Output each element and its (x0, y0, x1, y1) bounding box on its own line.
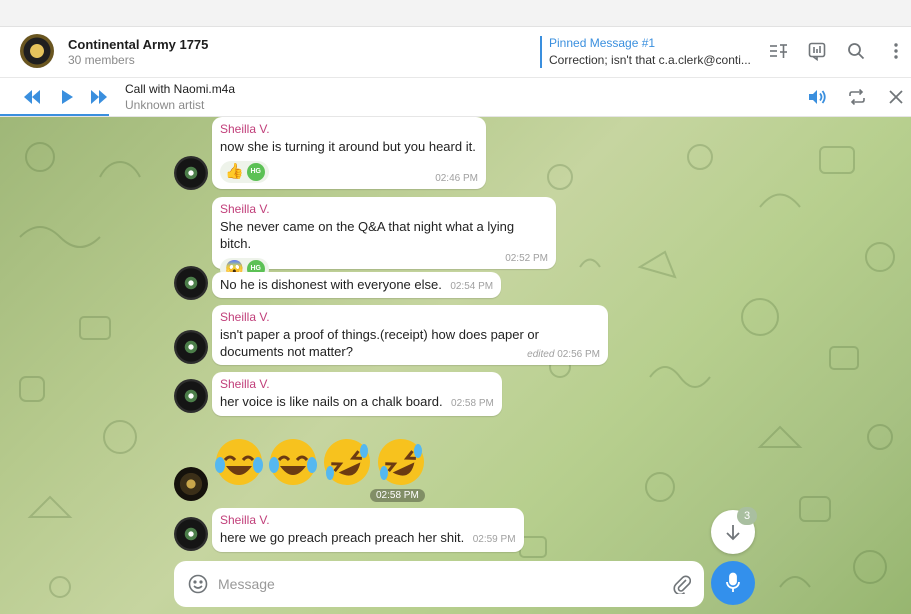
message-time: 02:56 PM (557, 349, 600, 360)
message-input[interactable] (218, 561, 658, 607)
play-next-icon[interactable] (88, 86, 110, 108)
message-text: No he is dishonest with everyone else. (220, 277, 442, 292)
message-bubble[interactable]: Sheilla V. here we go preach preach prea… (212, 508, 524, 552)
message-time: 02:58 PM (451, 398, 494, 409)
message-text: She never came on the Q&A that night wha… (220, 219, 515, 251)
volume-icon[interactable] (806, 86, 828, 108)
message-time-group: edited 02:56 PM (527, 349, 600, 360)
sender-avatar[interactable] (174, 379, 208, 413)
message-bubble[interactable]: Sheilla V. now she is turning it around … (212, 117, 486, 189)
chat-header: Continental Army 1775 30 members Pinned … (0, 27, 911, 78)
filter-icon[interactable] (766, 39, 790, 63)
play-icon[interactable] (56, 86, 78, 108)
poll-icon[interactable] (805, 39, 829, 63)
pinned-message-text: Correction; isn't that c.a.clerk@conti..… (549, 53, 751, 67)
message-bubble[interactable]: Sheilla V. her voice is like nails on a … (212, 372, 502, 416)
sender-avatar[interactable] (174, 517, 208, 551)
audio-player-bar: Call with Naomi.m4a Unknown artist (0, 78, 911, 117)
pinned-message-label: Pinned Message #1 (549, 36, 656, 50)
unread-count-badge: 3 (737, 507, 757, 525)
message-time: 02:54 PM (450, 281, 494, 292)
message-text: here we go preach preach preach her shit… (220, 530, 465, 545)
audio-progress-bar[interactable] (0, 114, 110, 116)
track-title: Call with Naomi.m4a (125, 82, 236, 96)
sender-name[interactable]: Sheilla V. (220, 377, 494, 391)
chat-messages-area[interactable]: Sheilla V. now she is turning it around … (0, 117, 911, 614)
sender-avatar[interactable] (174, 330, 208, 364)
search-icon[interactable] (844, 39, 868, 63)
message-composer (174, 561, 704, 607)
microphone-icon (726, 572, 740, 592)
arrow-down-icon (726, 525, 740, 541)
sender-avatar[interactable] (174, 156, 208, 190)
members-count: 30 members (68, 53, 135, 67)
window-top-strip (0, 0, 911, 27)
chat-avatar[interactable] (20, 34, 54, 68)
message-bubble[interactable]: Sheilla V. She never came on the Q&A tha… (212, 197, 556, 280)
message-time: 02:46 PM (435, 173, 478, 184)
emoji-icon[interactable] (186, 572, 210, 596)
message-bubble[interactable]: No he is dishonest with everyone else. 0… (212, 272, 502, 298)
sender-name[interactable]: Sheilla V. (220, 310, 600, 324)
edited-label: edited (527, 349, 555, 360)
thumbs-up-reaction-icon: 👍 (225, 163, 244, 180)
message-text: now she is turning it around but you hea… (220, 139, 476, 154)
sender-avatar[interactable] (174, 467, 208, 501)
repeat-icon[interactable] (846, 86, 868, 108)
tears-of-joy-emoji-icon (266, 435, 320, 489)
emoji-sticker-message[interactable] (212, 435, 428, 489)
close-icon[interactable] (885, 86, 907, 108)
sender-name[interactable]: Sheilla V. (220, 513, 516, 527)
rolling-laughing-emoji-icon (320, 435, 374, 489)
message-time: 02:52 PM (505, 253, 548, 264)
attach-icon[interactable] (670, 572, 694, 596)
sticker-time: 02:58 PM (370, 489, 425, 502)
record-voice-button[interactable] (711, 561, 755, 605)
sender-name[interactable]: Sheilla V. (220, 202, 548, 216)
message-text: her voice is like nails on a chalk board… (220, 394, 443, 409)
rolling-laughing-emoji-icon (374, 435, 428, 489)
pinned-message[interactable]: Pinned Message #1 Correction; isn't that… (540, 36, 751, 68)
reactor-avatar: HG (246, 163, 265, 181)
play-previous-icon[interactable] (21, 86, 43, 108)
reaction-chip[interactable]: 👍 HG (220, 161, 269, 183)
message-time: 02:59 PM (472, 534, 516, 545)
more-vertical-icon[interactable] (884, 39, 908, 63)
chat-title[interactable]: Continental Army 1775 (68, 37, 208, 52)
track-artist: Unknown artist (125, 98, 205, 112)
message-bubble[interactable]: Sheilla V. isn't paper a proof of things… (212, 305, 608, 365)
tears-of-joy-emoji-icon (212, 435, 266, 489)
message-text: isn't paper a proof of things.(receipt) … (220, 327, 539, 359)
sender-name[interactable]: Sheilla V. (220, 122, 478, 136)
sender-avatar[interactable] (174, 266, 208, 300)
